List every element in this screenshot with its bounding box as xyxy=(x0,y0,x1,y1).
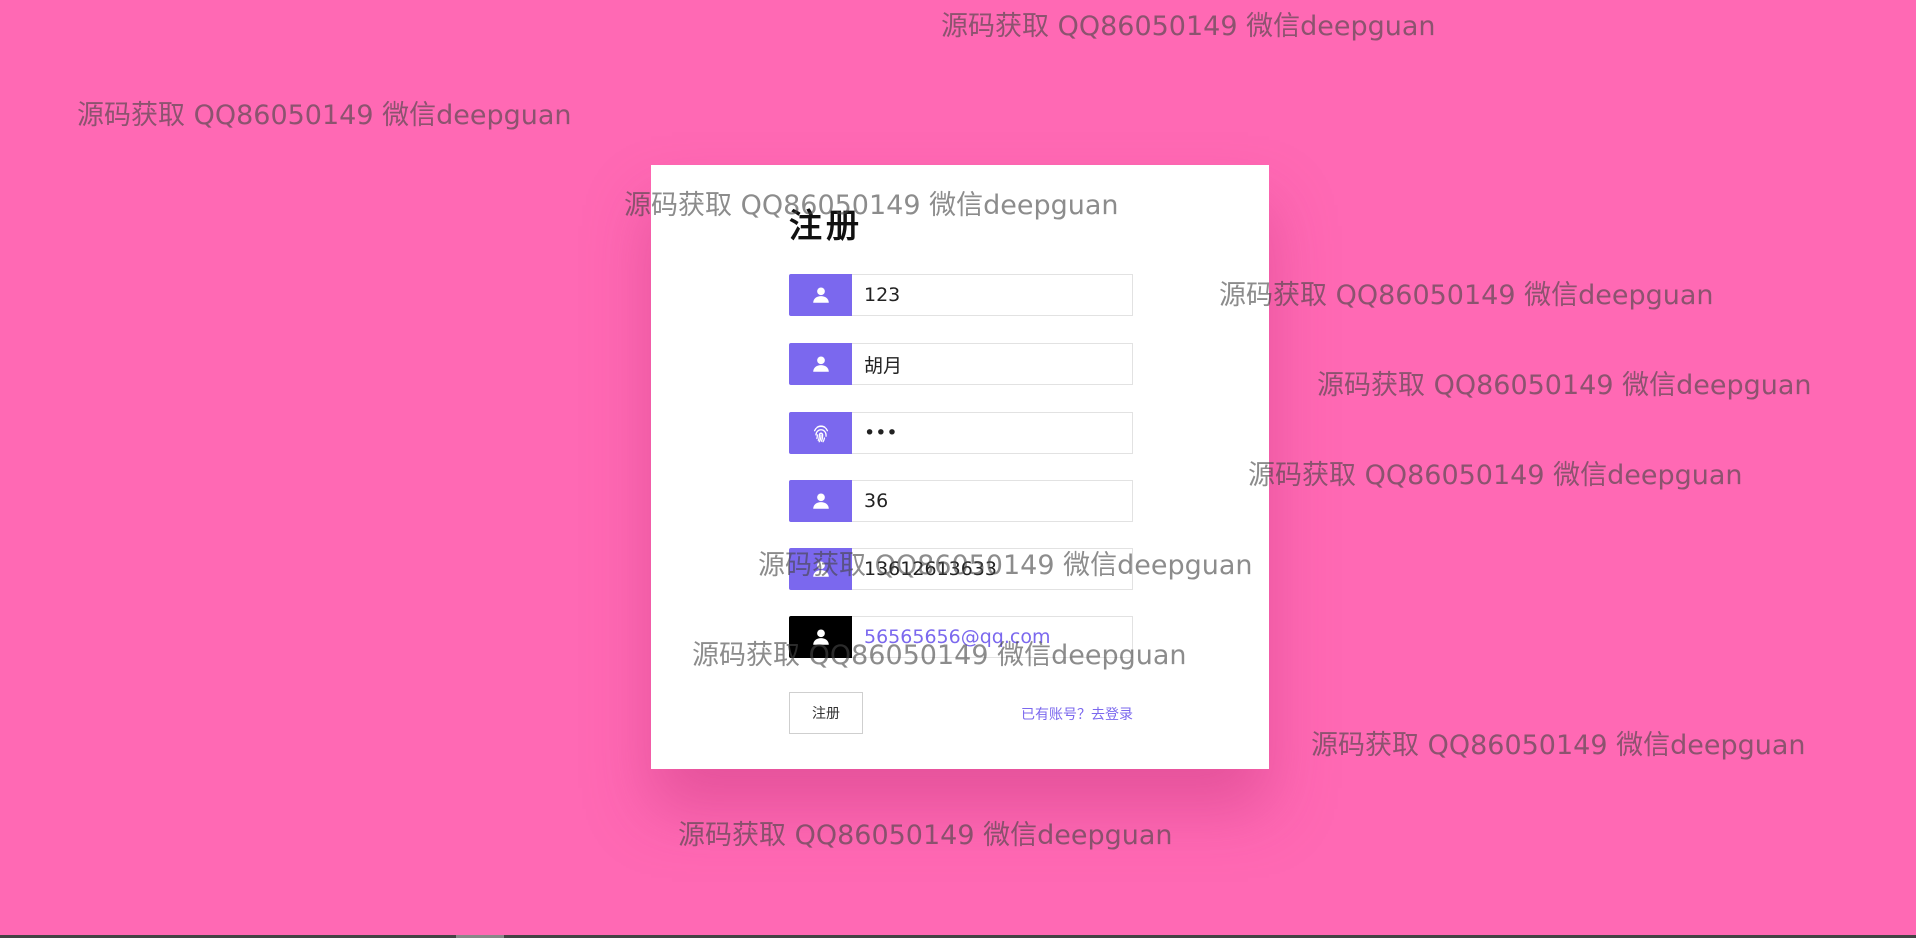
fingerprint-icon xyxy=(789,412,852,454)
page-title: 注册 xyxy=(789,206,863,245)
user-icon xyxy=(789,548,852,590)
watermark: 源码获取 QQ86050149 微信deepguan xyxy=(1311,730,1806,761)
watermark: 源码获取 QQ86050149 微信deepguan xyxy=(77,100,572,131)
name-field xyxy=(789,343,1133,385)
user-icon xyxy=(789,343,852,385)
watermark: 源码获取 QQ86050149 微信deepguan xyxy=(941,11,1436,42)
watermark: 源码获取 QQ86050149 微信deepguan xyxy=(1248,460,1743,491)
username-input[interactable] xyxy=(852,274,1133,316)
email-input[interactable] xyxy=(852,616,1133,658)
register-button[interactable]: 注册 xyxy=(789,692,863,734)
age-field xyxy=(789,480,1133,522)
password-field xyxy=(789,412,1133,454)
user-icon xyxy=(789,274,852,316)
password-input[interactable] xyxy=(852,412,1133,454)
user-icon xyxy=(789,616,852,658)
age-input[interactable] xyxy=(852,480,1133,522)
username-field xyxy=(789,274,1133,316)
watermark: 源码获取 QQ86050149 微信deepguan xyxy=(1317,370,1812,401)
email-field xyxy=(789,616,1133,658)
watermark: 源码获取 QQ86050149 微信deepguan xyxy=(678,820,1173,851)
name-input[interactable] xyxy=(852,343,1133,385)
user-icon xyxy=(789,480,852,522)
watermark: 源码获取 QQ86050149 微信deepguan xyxy=(1219,280,1714,311)
register-card: 注册 123 胡月 ••• 36 13612613633 56565656@qq… xyxy=(651,165,1269,769)
login-link[interactable]: 已有账号？去登录 xyxy=(1021,704,1133,724)
phone-field xyxy=(789,548,1133,590)
phone-input[interactable] xyxy=(852,548,1133,590)
